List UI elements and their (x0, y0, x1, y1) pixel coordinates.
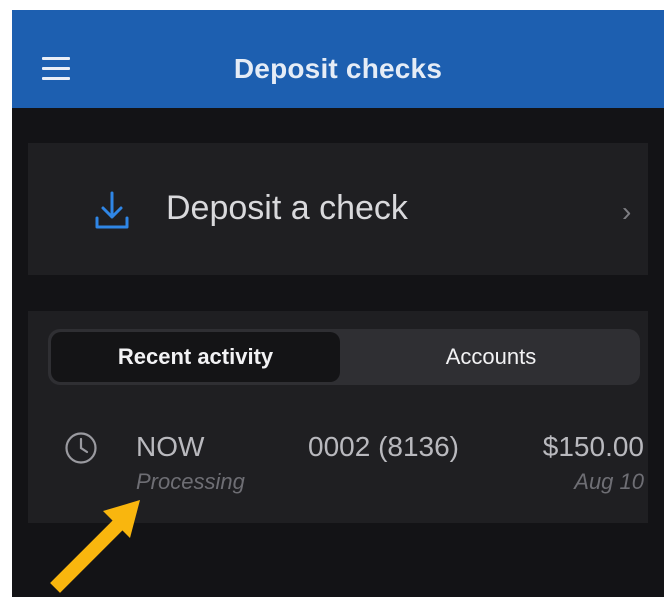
transaction-date: Aug 10 (574, 469, 644, 494)
arrow-annotation-icon (50, 500, 140, 593)
download-tray-icon (95, 191, 129, 229)
deposit-a-check-label: Deposit a check (166, 189, 408, 227)
clock-icon (65, 432, 97, 464)
activity-card: Recent activity Accounts NOW Processing … (28, 311, 648, 523)
tab-accounts[interactable]: Accounts (344, 332, 638, 382)
segmented-control: Recent activity Accounts (48, 329, 640, 385)
transaction-account: 0002 (8136) (308, 431, 460, 462)
page-title: Deposit checks (233, 53, 443, 84)
deposit-a-check-button[interactable]: Deposit a check › (28, 143, 648, 275)
transaction-amount: $150.00 (542, 431, 644, 462)
transaction-substatus: Processing (136, 469, 245, 494)
transaction-status: NOW (136, 431, 205, 462)
tab-recent-activity[interactable]: Recent activity (51, 332, 340, 382)
chevron-right-icon: › (622, 196, 632, 227)
top-bar: Deposit checks (12, 10, 664, 108)
